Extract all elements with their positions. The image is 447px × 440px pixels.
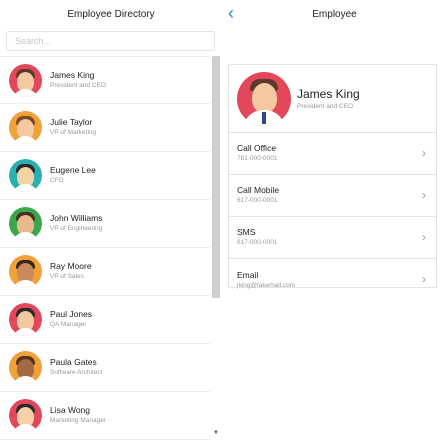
list-item[interactable]: Lisa Wong Marketing Manager [0, 392, 210, 440]
directory-pane: Employee Directory James KingPresident a… [0, 0, 222, 440]
employee-name: Paula Gates [50, 357, 97, 367]
list-item[interactable]: Paul Jones QA Manager [0, 296, 210, 344]
action-value: 617-000-0001 [237, 197, 278, 204]
chevron-right-icon: › [422, 188, 426, 202]
employee-list: James King President and CEO Julie Taylor… [0, 56, 210, 440]
employee-title: President and CEO [50, 81, 107, 89]
profile-header: James King President and CEO [229, 65, 436, 133]
list-item[interactable]: John Williams VP of Engineering [0, 200, 210, 248]
employee-title: Software Architect [50, 369, 103, 376]
employee-title: Marketing Manager [50, 417, 106, 424]
chevron-left-icon[interactable]: ‹ [228, 3, 234, 23]
list-item[interactable]: Ray Moore VP of Sales [0, 248, 210, 296]
avatar [9, 351, 42, 384]
employee-title: VP of Sales [50, 273, 84, 280]
action-value: 617-000-0001 [237, 239, 278, 246]
call-mobile-item[interactable]: Call Mobile 617-000-0001 › [229, 175, 436, 217]
list-item[interactable]: Eugene Lee CFO [0, 152, 210, 200]
list-item[interactable]: James King President and CEO [0, 56, 210, 104]
app: Employee Directory James KingPresident a… [0, 0, 447, 440]
action-label: Call Office [237, 143, 277, 153]
avatar [9, 303, 42, 336]
avatar [9, 111, 42, 144]
directory-title: Employee Directory [67, 8, 155, 20]
action-label: Call Mobile [237, 185, 280, 195]
avatar [9, 207, 42, 240]
scroll-down-icon[interactable]: ▼ [213, 430, 219, 436]
employee-name: James King [297, 86, 360, 101]
sms-item[interactable]: SMS 617-000-0001 › [229, 217, 436, 259]
employee-name: John Williams [50, 213, 103, 223]
avatar [9, 399, 42, 432]
action-value: jking@fakemail.com [237, 281, 296, 289]
action-label: SMS [237, 227, 256, 237]
directory-header: Employee Directory [0, 0, 222, 28]
list-scrollbar[interactable] [212, 56, 220, 298]
detail-header: ‹ Employee [222, 0, 447, 28]
action-value: 781-000-0001 [237, 155, 278, 162]
employee-title: QA Manager [50, 321, 87, 328]
avatar [9, 63, 42, 97]
employee-name: Lisa Wong [50, 405, 91, 415]
employee-name: Paul Jones [50, 309, 93, 319]
email-item[interactable]: Email jking@fakemail.com › [229, 259, 436, 301]
avatar [237, 71, 291, 126]
employee-name: Eugene Lee [50, 165, 96, 175]
employee-detail-pane: ‹ Employee James King President and CEO … [222, 0, 447, 440]
action-label: Email [237, 269, 259, 280]
employee-name: Julie Taylor [50, 117, 93, 127]
call-office-item[interactable]: Call Office 781-000-0001 › [229, 133, 436, 175]
search-input[interactable] [6, 31, 215, 51]
chevron-right-icon: › [422, 272, 426, 286]
avatar [9, 159, 42, 192]
employee-title: VP of Engineering [50, 225, 103, 232]
search-wrap [0, 28, 222, 55]
employee-title: President and CEO [297, 102, 354, 110]
employee-title: VP of Marketing [50, 129, 97, 136]
employee-title: CFO [50, 177, 64, 184]
detail-title: Employee [312, 8, 357, 20]
employee-card: James King President and CEO Call Office… [228, 64, 437, 289]
employee-name: James King [50, 69, 95, 80]
employee-name: Ray Moore [50, 261, 92, 271]
chevron-right-icon: › [422, 146, 426, 160]
list-item[interactable]: Julie Taylor VP of Marketing [0, 104, 210, 152]
chevron-right-icon: › [422, 230, 426, 244]
list-item[interactable]: Paula Gates Software Architect [0, 344, 210, 392]
avatar [9, 255, 42, 288]
